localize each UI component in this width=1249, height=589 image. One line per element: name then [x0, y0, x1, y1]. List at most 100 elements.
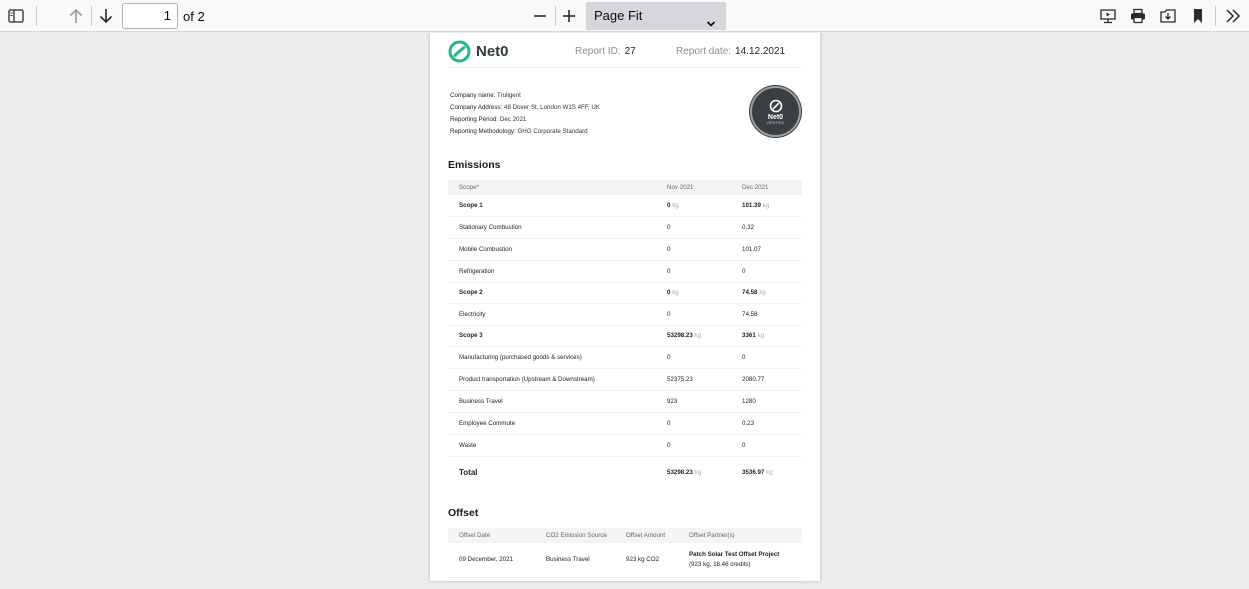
company-name-line: Company name: Truligent [450, 92, 521, 99]
column-header: Dec 2021 [731, 180, 802, 195]
table-cell: Patch Solar Test Offset Project (923 kg,… [678, 543, 802, 578]
net0-badge-icon [769, 99, 782, 112]
table-cell: 0 [731, 346, 802, 369]
table-cell: 2080.77 [731, 368, 802, 391]
table-row: Employee Commute 0 0.23 [448, 412, 802, 435]
table-cell: Manufacturing (purchased goods & service… [448, 346, 656, 369]
verified-badge: Net0 VERIFIED [750, 86, 801, 137]
next-page-icon[interactable] [96, 6, 116, 26]
table-row: Scope 3 53298.23 kg 3361 kg [448, 325, 802, 347]
table-cell: 0 [656, 434, 731, 457]
table-cell: Electricity [448, 303, 656, 326]
pdf-toolbar: 1 of 2 Page Fit [0, 0, 1249, 32]
table-cell: Business Travel [448, 390, 656, 413]
save-download-icon[interactable] [1158, 6, 1178, 26]
table-cell: 101.07 [731, 238, 802, 261]
table-cell: 0 [656, 303, 731, 326]
report-id: Report ID: 27 [575, 46, 636, 57]
zoom-in-icon[interactable] [559, 6, 579, 26]
table-row: Stationary Combustion 0 0.32 [448, 216, 802, 239]
table-cell: 53298.23 kg [667, 469, 702, 477]
table-cell: 3536.97 kg [742, 469, 773, 477]
table-row: 09 December, 2021 Business Travel 923 kg… [448, 543, 802, 578]
zoom-select[interactable]: Page Fit [586, 2, 726, 30]
page-number-input[interactable]: 1 [122, 3, 178, 29]
page-count-label: of 2 [183, 9, 205, 24]
table-cell: 101.39 kg [731, 195, 802, 217]
table-cell: 0 [656, 412, 731, 435]
presentation-mode-icon[interactable] [1098, 6, 1118, 26]
sidebar-toggle-icon[interactable] [6, 6, 26, 26]
table-cell: 1280 [731, 390, 802, 413]
document-viewer[interactable]: Net0 Report ID: 27 Report date: 14.12.2021… [0, 33, 1249, 589]
badge-title: Net0 [767, 113, 784, 121]
table-cell: 0 [656, 346, 731, 369]
scope-label: Scope 2 [448, 282, 656, 304]
table-cell: 0 kg [656, 282, 731, 304]
offset-partner-name: Patch Solar Test Offset Project [689, 551, 780, 559]
table-row: Product transportation (Upstream & Downs… [448, 368, 802, 391]
table-row: Refrigeration 0 0 [448, 260, 802, 283]
toolbar-divider [36, 6, 37, 26]
offset-header-row: Offset Date CO2 Emission Source Offset A… [448, 528, 802, 543]
column-header: Offset Date [448, 528, 535, 543]
reporting-period-line: Reporting Period: Dec 2021 [450, 116, 527, 123]
table-cell: Business Travel [535, 543, 615, 578]
total-row: Total 53298.23 kg 3536.97 kg [448, 456, 802, 489]
toolbar-divider [555, 6, 556, 26]
toolbar-divider [1215, 6, 1216, 26]
table-cell: 0 [656, 216, 731, 239]
column-header: CO2 Emission Source [535, 528, 615, 543]
table-row: Electricity 0 74.58 [448, 303, 802, 326]
print-icon[interactable] [1128, 6, 1148, 26]
table-row: Scope 1 0 kg 101.39 kg [448, 195, 802, 217]
table-cell: 74.58 kg [731, 282, 802, 304]
table-cell: Product transportation (Upstream & Downs… [448, 368, 656, 391]
emissions-table: Scope* Nov 2021 Dec 2021 Scope 1 0 kg 10… [448, 180, 802, 489]
column-header: Offset Partner(s) [678, 528, 802, 543]
company-details: Company name: Truligent Company Address:… [450, 90, 600, 138]
company-address-line: Company Address: 48 Dover St, London W1S… [450, 104, 600, 111]
table-cell: 0.23 [731, 412, 802, 435]
table-cell: 0 [731, 434, 802, 457]
offset-title: Offset [448, 507, 479, 519]
scope-label: Scope 3 [448, 325, 656, 347]
column-header: Scope* [448, 180, 656, 195]
offset-table: Offset Date CO2 Emission Source Offset A… [448, 528, 802, 578]
emissions-header-row: Scope* Nov 2021 Dec 2021 [448, 180, 802, 195]
table-row: Scope 2 0 kg 74.58 kg [448, 282, 802, 304]
zoom-out-icon[interactable] [530, 6, 550, 26]
net0-logo: Net0 [448, 40, 509, 63]
scope-label: Scope 1 [448, 195, 656, 217]
total-label: Total [459, 468, 478, 478]
table-cell: Stationary Combustion [448, 216, 656, 239]
report-id-value: 27 [624, 46, 636, 57]
table-row: Waste 0 0 [448, 434, 802, 457]
table-cell: Mobile Combustion [448, 238, 656, 261]
table-row: Business Travel 923 1280 [448, 390, 802, 413]
table-cell: Employee Commute [448, 412, 656, 435]
report-date-value: 14.12.2021 [735, 46, 786, 57]
table-cell: Waste [448, 434, 656, 457]
methodology-line: Reporting Methodology: GHG Corporate Sta… [450, 128, 588, 135]
table-cell: 0.32 [731, 216, 802, 239]
table-row: Manufacturing (purchased goods & service… [448, 346, 802, 369]
tools-menu-icon[interactable] [1223, 6, 1243, 26]
logo-text: Net0 [476, 43, 509, 60]
table-cell: 923 kg CO2 [615, 543, 678, 578]
table-cell: 0 kg [656, 195, 731, 217]
offset-partner-detail: (923 kg, 18.46 credits) [689, 561, 751, 569]
table-cell: 3361 kg [731, 325, 802, 347]
table-cell: 0 [731, 260, 802, 283]
table-cell: 74.58 [731, 303, 802, 326]
table-cell: 0 [656, 238, 731, 261]
bookmark-icon[interactable] [1188, 6, 1208, 26]
table-cell: 09 December, 2021 [448, 543, 535, 578]
emissions-title: Emissions [448, 159, 501, 171]
badge-subtitle: VERIFIED [766, 120, 785, 125]
previous-page-icon[interactable] [66, 6, 86, 26]
report-header: Net0 Report ID: 27 Report date: 14.12.2021 [448, 33, 802, 68]
toolbar-divider [91, 6, 92, 26]
net0-logo-icon [448, 40, 471, 63]
table-cell: 923 [656, 390, 731, 413]
